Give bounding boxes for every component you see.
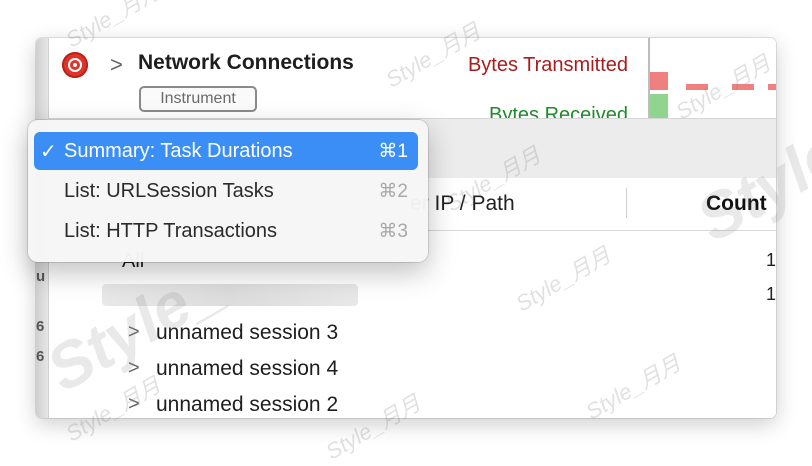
row-count: 1: [766, 250, 776, 270]
redacted-row: [102, 284, 358, 306]
transmitted-bar: [768, 84, 776, 90]
gutter-char: 6: [36, 318, 45, 335]
expand-chevron-icon[interactable]: >: [110, 52, 123, 78]
bytes-transmitted-label: Bytes Transmitted: [467, 54, 628, 76]
menu-item-urlsession-tasks[interactable]: List: URLSession Tasks ⌘2: [34, 172, 418, 210]
menu-item-shortcut: ⌘3: [378, 221, 408, 242]
session-name: unnamed session 4: [156, 357, 339, 380]
received-bar: [650, 94, 668, 118]
chevron-right-icon[interactable]: >: [128, 393, 140, 416]
column-header-count[interactable]: Count: [706, 192, 767, 216]
gutter-char: 6: [36, 348, 45, 365]
menu-item-label: List: URLSession Tasks: [64, 180, 274, 202]
session-name: unnamed session 3: [156, 321, 339, 344]
activity-graph[interactable]: [650, 38, 776, 118]
table-row[interactable]: > unnamed session 2: [128, 388, 776, 418]
checkmark-icon: ✓: [40, 141, 57, 163]
menu-item-http-transactions[interactable]: List: HTTP Transactions ⌘3: [34, 212, 418, 250]
menu-item-summary-task-durations[interactable]: ✓ Summary: Task Durations ⌘1: [34, 132, 418, 170]
transmitted-bar: [732, 84, 754, 90]
chevron-right-icon[interactable]: >: [128, 321, 140, 344]
view-mode-menu[interactable]: ✓ Summary: Task Durations ⌘1 List: URLSe…: [28, 120, 428, 262]
instrument-badge: Instrument: [139, 86, 257, 112]
chevron-right-icon[interactable]: >: [128, 357, 140, 380]
session-name: unnamed session 2: [156, 393, 339, 416]
menu-item-shortcut: ⌘1: [378, 141, 408, 162]
network-instrument-icon: [62, 52, 88, 78]
menu-item-label: List: HTTP Transactions: [64, 220, 278, 242]
transmitted-bar: [686, 84, 708, 90]
column-separator[interactable]: [626, 188, 627, 218]
menu-item-label: Summary: Task Durations: [64, 140, 293, 162]
table-row[interactable]: > unnamed session 4: [128, 352, 776, 389]
menu-item-shortcut: ⌘2: [378, 181, 408, 202]
gutter-char: u: [36, 268, 46, 285]
transmitted-bar: [650, 72, 668, 90]
track-title: Network Connections: [138, 51, 354, 74]
table-row[interactable]: > unnamed session 3: [128, 316, 776, 353]
row-count: 1: [766, 284, 776, 304]
track-header[interactable]: > Network Connections Instrument Bytes T…: [48, 38, 648, 126]
